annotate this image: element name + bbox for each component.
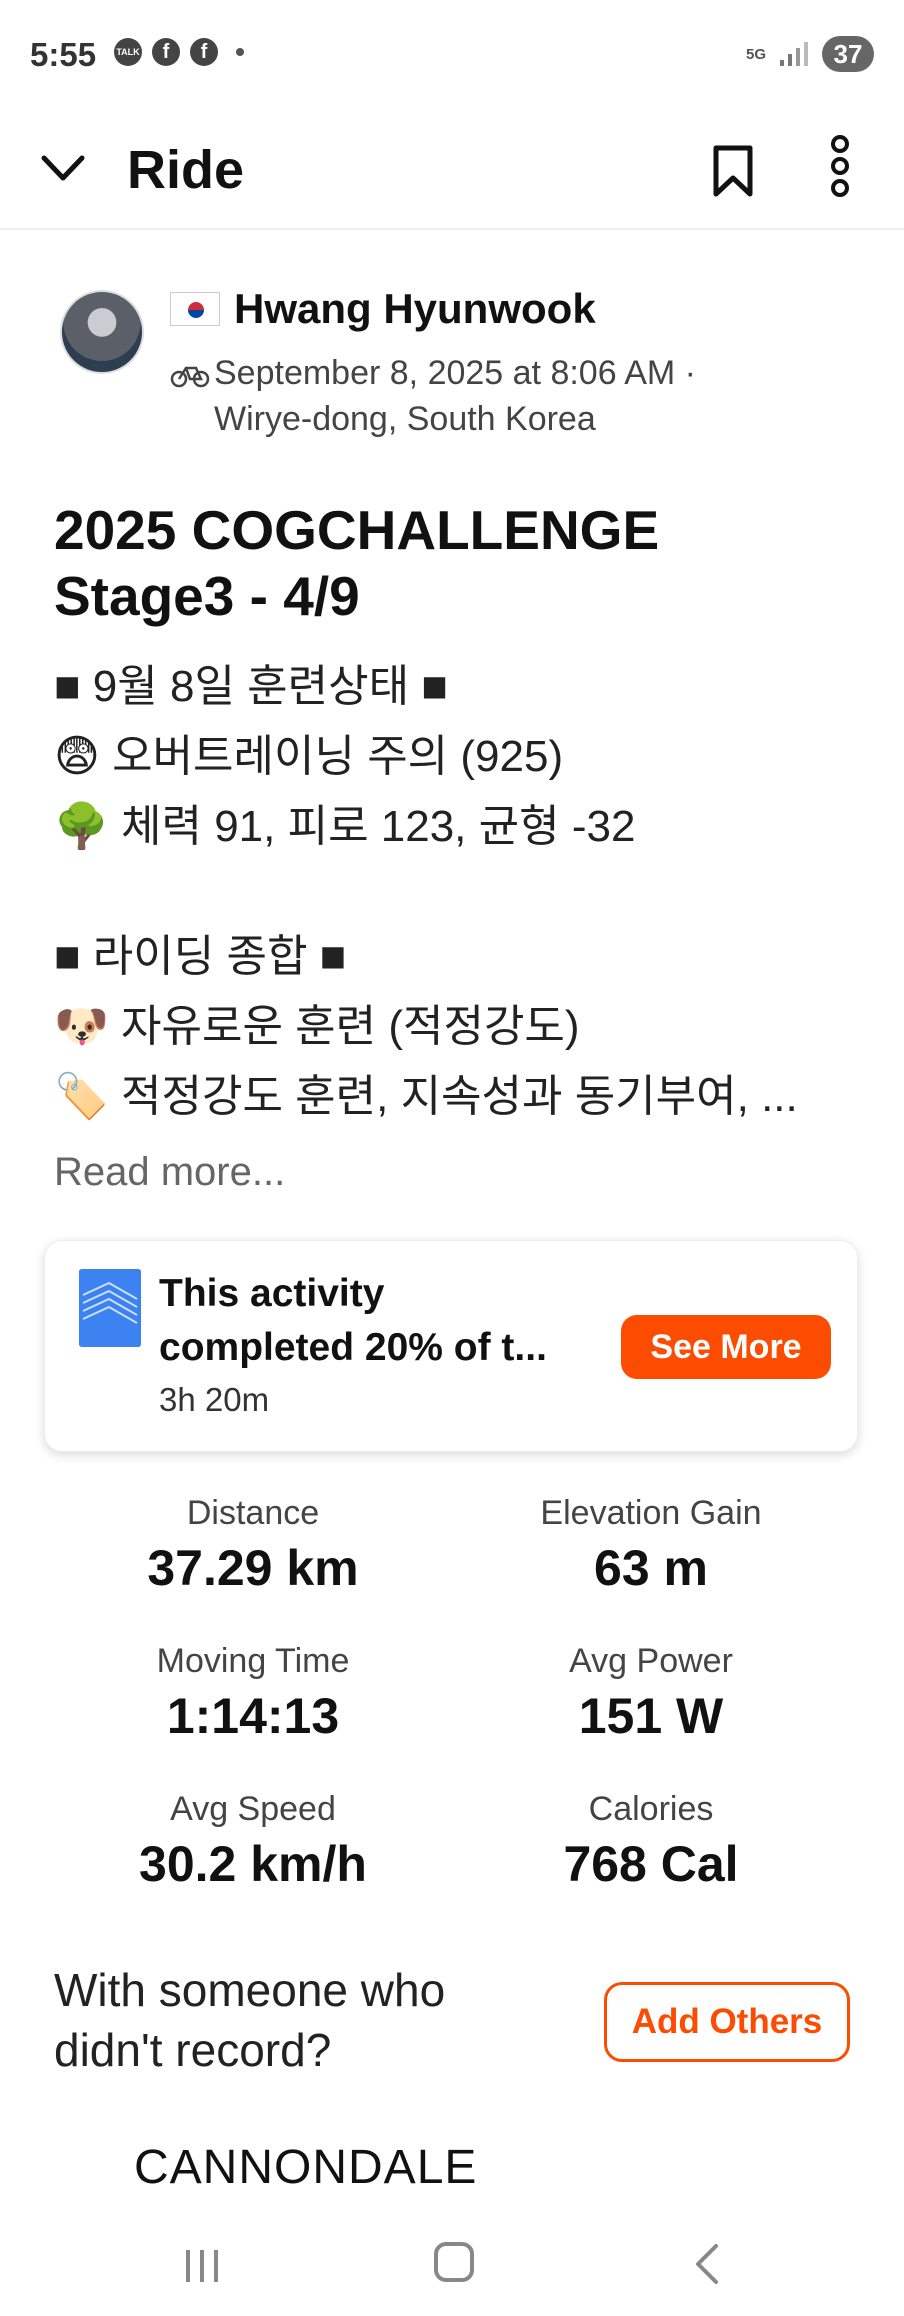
stat-elevation-gain: Elevation Gain 63 m <box>425 1490 877 1600</box>
bookmark-icon[interactable] <box>708 130 758 200</box>
stat-value: 63 m <box>594 1540 708 1596</box>
stat-avg-speed: Avg Speed 30.2 km/h <box>27 1786 479 1896</box>
more-options-icon[interactable] <box>818 126 862 206</box>
stat-moving-time: Moving Time 1:14:13 <box>27 1638 479 1748</box>
description-line: ■ 9월 8일 훈련상태 ■ <box>54 662 448 711</box>
battery-indicator: 37 <box>822 36 874 72</box>
facebook-icon: f <box>152 38 180 66</box>
description-line: 🌳 체력 91, 피로 123, 균형 -32 <box>54 802 636 851</box>
description-line: 😨 오버트레이닝 주의 (925) <box>54 732 564 781</box>
stat-value: 1:14:13 <box>166 1688 340 1744</box>
stat-avg-power: Avg Power 151 W <box>425 1638 877 1748</box>
activity-meta: September 8, 2025 at 8:06 AM · Wirye-don… <box>170 350 696 442</box>
stat-distance: Distance 37.29 km <box>27 1490 479 1600</box>
challenge-duration: 3h 20m <box>159 1381 270 1418</box>
app-header: Ride <box>0 110 904 230</box>
athlete-line: Hwang Hyunwook <box>170 285 596 333</box>
south-korea-flag-icon <box>170 292 220 326</box>
stat-label: Moving Time <box>156 1642 350 1680</box>
page-title: Ride <box>127 140 245 200</box>
stat-label: Elevation Gain <box>540 1494 762 1532</box>
chevron-down-icon[interactable] <box>40 150 86 186</box>
description-line: 🏷️ 적정강도 훈련, 지속성과 동기부여, ... <box>54 1072 798 1121</box>
stat-value: 151 W <box>578 1688 724 1744</box>
see-more-button[interactable]: See More <box>621 1315 831 1379</box>
gear-name: CANNONDALE <box>134 2141 478 2194</box>
description-line: 🐶 자유로운 훈련 (적정강도) <box>54 1002 580 1051</box>
status-notification-icons: TALK f f <box>114 38 244 66</box>
stat-label: Avg Speed <box>170 1790 336 1828</box>
challenge-card[interactable]: This activity completed 20% of t... 3h 2… <box>44 1240 858 1452</box>
activity-location: Wirye-dong, South Korea <box>214 400 596 438</box>
home-icon[interactable] <box>434 2242 474 2282</box>
status-bar: 5:55 TALK f f 5G 37 <box>0 0 904 110</box>
status-time: 5:55 <box>30 36 97 73</box>
challenge-line: completed 20% of t... <box>159 1326 547 1369</box>
challenge-line: This activity <box>159 1272 385 1315</box>
description-line: ■ 라이딩 종합 ■ <box>54 932 347 981</box>
back-icon[interactable] <box>690 2242 722 2286</box>
activity-title-line: 2025 COGCHALLENGE <box>54 499 660 561</box>
status-system-icons: 5G 37 <box>746 36 874 72</box>
prompt-line: didn't record? <box>54 2024 332 2076</box>
stat-value: 30.2 km/h <box>139 1836 367 1892</box>
activity-title-line: Stage3 - 4/9 <box>54 565 360 627</box>
stat-value: 768 Cal <box>563 1836 739 1892</box>
athlete-name[interactable]: Hwang Hyunwook <box>234 285 596 333</box>
stat-calories: Calories 768 Cal <box>425 1786 877 1896</box>
recents-icon[interactable] <box>180 2246 224 2286</box>
avatar[interactable] <box>60 290 144 374</box>
add-others-button[interactable]: Add Others <box>604 1982 850 2062</box>
stat-value: 37.29 km <box>147 1540 359 1596</box>
description-gap <box>54 862 854 922</box>
prompt-line: With someone who <box>54 1964 446 2016</box>
read-more-link[interactable]: Read more... <box>54 1150 285 1195</box>
stat-label: Avg Power <box>569 1642 733 1680</box>
system-nav-bar <box>0 2210 904 2316</box>
activity-title: 2025 COGCHALLENGE Stage3 - 4/9 <box>54 497 854 629</box>
signal-icon <box>780 42 808 66</box>
activity-description: ■ 9월 8일 훈련상태 ■ 😨 오버트레이닝 주의 (925) 🌳 체력 91… <box>54 652 854 1132</box>
talk-icon: TALK <box>114 38 142 66</box>
stat-label: Distance <box>186 1494 320 1532</box>
facebook-icon: f <box>190 38 218 66</box>
network-5g-icon: 5G <box>745 45 766 63</box>
challenge-badge-icon <box>79 1269 141 1347</box>
stat-label: Calories <box>588 1790 714 1828</box>
dot-icon <box>236 48 244 56</box>
add-others-prompt: With someone who didn't record? <box>54 1960 445 2080</box>
bike-icon <box>170 366 210 388</box>
challenge-text: This activity completed 20% of t... <box>159 1267 589 1375</box>
activity-date: September 8, 2025 at 8:06 AM · <box>214 354 696 392</box>
